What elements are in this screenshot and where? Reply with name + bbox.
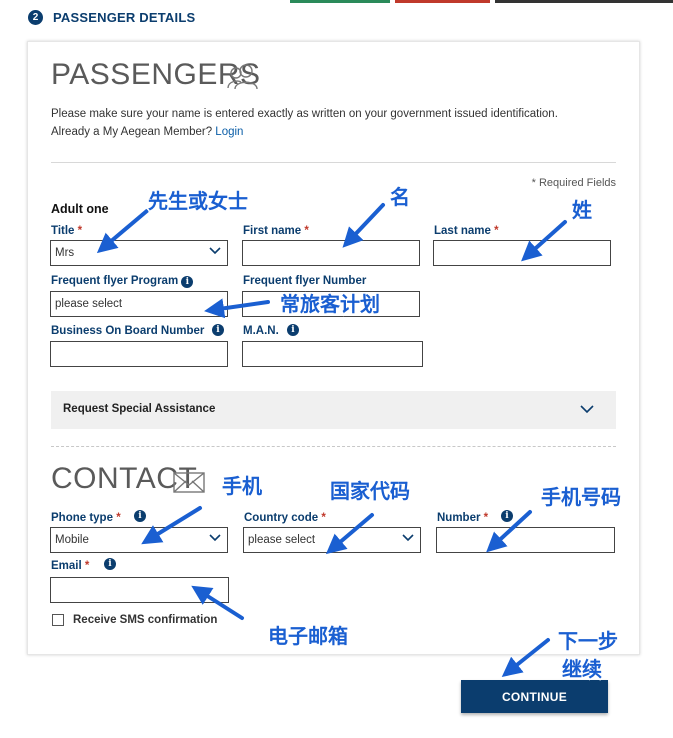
number-label: Number * <box>437 512 488 524</box>
top-accent-bar <box>0 0 673 3</box>
man-input[interactable] <box>242 341 423 367</box>
login-link[interactable]: Login <box>215 126 243 138</box>
chevron-down-icon <box>209 247 221 255</box>
special-assistance-toggle[interactable]: Request Special Assistance <box>51 391 616 429</box>
member-prompt: Already a My Aegean Member? <box>51 126 213 138</box>
phone-type-label-text: Phone type <box>51 512 113 524</box>
required-mark: * <box>483 512 489 524</box>
annotation-number: 手机号码 <box>540 484 623 511</box>
continue-button[interactable]: CONTINUE <box>461 680 608 713</box>
man-label: M.A.N. <box>243 325 279 337</box>
annotation-continue: 继续 <box>561 656 604 683</box>
envelope-icon <box>173 472 205 493</box>
special-assistance-label: Request Special Assistance <box>63 403 216 415</box>
sms-label: Receive SMS confirmation <box>73 614 218 626</box>
chevron-down-icon <box>209 534 221 542</box>
number-label-text: Number <box>437 512 481 524</box>
annotation-next: 下一步 <box>557 628 620 655</box>
member-line: Already a My Aegean Member? Login <box>51 126 243 138</box>
chevron-down-icon <box>580 405 594 414</box>
annotation-last-name: 姓 <box>571 197 594 224</box>
last-name-input[interactable] <box>433 240 611 266</box>
country-code-select[interactable]: please select <box>243 527 421 553</box>
annotation-country-code: 国家代码 <box>329 478 412 505</box>
email-label: Email * <box>51 560 89 572</box>
title-label-text: Title <box>51 225 75 237</box>
annotation-first-name: 名 <box>389 184 412 211</box>
people-icon <box>227 64 258 90</box>
chevron-down-icon <box>402 534 414 542</box>
phone-type-value: Mobile <box>55 534 89 546</box>
ffp-label-text: Frequent flyer Program <box>51 275 179 287</box>
country-code-label: Country code * <box>244 512 326 524</box>
first-name-label: First name * <box>243 225 309 237</box>
email-label-text: Email <box>51 560 82 572</box>
title-select-value: Mrs <box>55 247 75 259</box>
first-name-label-text: First name <box>243 225 302 237</box>
adult-one-label: Adult one <box>51 202 109 216</box>
step-number-badge: 2 <box>28 10 43 25</box>
divider <box>51 162 616 163</box>
email-input[interactable] <box>50 577 229 603</box>
last-name-label-text: Last name <box>434 225 491 237</box>
ff-number-label: Frequent flyer Number <box>243 275 367 287</box>
annotation-title: 先生或女士 <box>147 188 250 215</box>
phone-type-label: Phone type * <box>51 512 121 524</box>
info-icon[interactable]: i <box>287 324 299 336</box>
dashed-divider <box>51 446 616 447</box>
annotation-phone-type: 手机 <box>221 473 264 500</box>
phone-type-select[interactable]: Mobile <box>50 527 228 553</box>
info-icon[interactable]: i <box>212 324 224 336</box>
required-mark: * <box>304 225 309 237</box>
info-icon[interactable]: i <box>134 510 146 522</box>
country-code-label-text: Country code <box>244 512 319 524</box>
ffp-select-placeholder: please select <box>55 298 123 310</box>
business-label: Business On Board Number <box>51 325 205 337</box>
required-mark: * <box>494 225 499 237</box>
ffp-label: Frequent flyer Program i <box>51 275 194 288</box>
last-name-label: Last name * <box>434 225 499 237</box>
sms-option: Receive SMS confirmation <box>52 614 217 626</box>
required-mark: * <box>77 225 83 237</box>
annotation-ffp: 常旅客计划 <box>279 291 382 318</box>
business-input[interactable] <box>50 341 228 367</box>
title-select[interactable]: Mrs <box>50 240 228 266</box>
required-mark: * <box>84 560 90 572</box>
info-icon[interactable]: i <box>501 510 513 522</box>
phone-number-input[interactable] <box>436 527 615 553</box>
info-icon[interactable]: i <box>104 558 116 570</box>
sms-checkbox[interactable] <box>52 614 64 626</box>
id-instruction: Please make sure your name is entered ex… <box>51 108 558 120</box>
required-mark: * <box>321 512 326 524</box>
required-fields-note: * Required Fields <box>531 177 616 189</box>
annotation-email: 电子邮箱 <box>267 623 350 650</box>
country-code-placeholder: please select <box>248 534 316 546</box>
passenger-details-card: PASSENGERS Please make sure your name is… <box>27 41 640 655</box>
first-name-input[interactable] <box>242 240 420 266</box>
step-title: PASSENGER DETAILS <box>53 10 196 25</box>
required-mark: * <box>116 512 121 524</box>
info-icon[interactable]: i <box>181 276 194 288</box>
title-label: Title * <box>51 225 82 237</box>
step-header: 2 PASSENGER DETAILS <box>28 10 195 25</box>
ffp-select[interactable]: please select <box>50 291 228 317</box>
